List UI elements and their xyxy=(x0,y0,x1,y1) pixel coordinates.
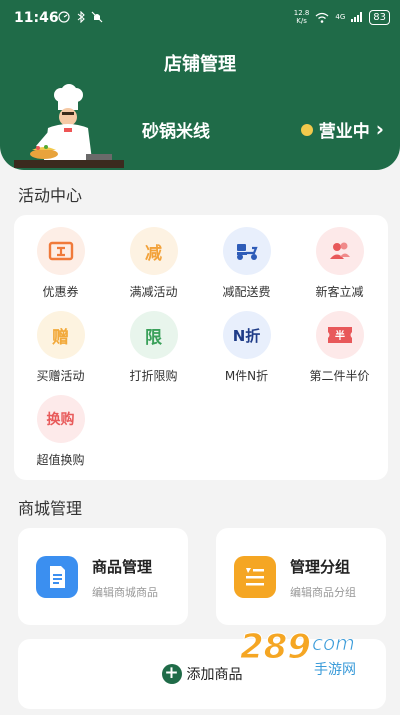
activity-exchange[interactable]: 换购 超值换购 xyxy=(14,395,107,468)
page-title: 店铺管理 xyxy=(164,54,236,75)
svg-text:半: 半 xyxy=(335,329,345,342)
delivery-scooter-icon xyxy=(222,227,271,275)
status-dot xyxy=(300,123,313,136)
speed-icon xyxy=(58,11,70,23)
product-management-title: 商品管理 xyxy=(92,558,153,576)
half-price-icon: 半 xyxy=(315,311,364,359)
gift-icon: 赠 xyxy=(36,311,85,359)
business-status-button[interactable]: 营业中 › xyxy=(300,117,384,142)
bluetooth-icon xyxy=(77,10,85,24)
group-management-subtitle: 编辑商品分组 xyxy=(290,586,356,599)
store-name: 砂锅米线 xyxy=(142,122,210,142)
group-management-card[interactable]: 管理分组 编辑商品分组 xyxy=(216,528,386,625)
battery-indicator: 83 xyxy=(369,9,390,25)
mute-icon xyxy=(91,11,103,23)
plus-icon: + xyxy=(161,664,182,684)
activity-half-price[interactable]: 半 第二件半价 xyxy=(293,311,386,384)
exchange-icon: 换购 xyxy=(36,395,85,443)
activity-delivery-fee[interactable]: 减配送费 xyxy=(200,227,293,300)
net-speed: 12.8 K/s xyxy=(293,9,310,25)
product-management-subtitle: 编辑商城商品 xyxy=(92,586,158,599)
wifi-icon xyxy=(315,12,329,23)
status-time: 11:46 xyxy=(14,10,59,26)
add-product-label: 添加商品 xyxy=(186,667,243,683)
status-bar: 11:46 12.8 K/s 4G 83 xyxy=(0,0,400,34)
activity-gift[interactable]: 赠 买赠活动 xyxy=(14,311,107,384)
header: 11:46 12.8 K/s 4G 83 店铺管理 砂锅米线 营业中 › xyxy=(0,0,400,170)
activity-mn-discount[interactable]: N折 M件N折 xyxy=(200,311,293,384)
chef-illustration xyxy=(14,84,124,168)
group-management-title: 管理分组 xyxy=(290,558,351,576)
status-left-icons xyxy=(58,10,103,26)
new-customer-icon xyxy=(315,227,364,275)
activity-full-reduction[interactable]: 减 满减活动 xyxy=(107,227,200,300)
activity-coupon[interactable]: 优惠券 xyxy=(14,227,107,300)
activity-limit[interactable]: 限 打折限购 xyxy=(107,311,200,384)
coupon-icon xyxy=(36,227,85,275)
document-icon xyxy=(36,556,78,598)
status-label: 营业中 xyxy=(318,122,370,142)
limit-icon: 限 xyxy=(129,311,178,359)
add-product-button[interactable]: + 添加商品 xyxy=(18,639,386,709)
group-list-icon xyxy=(234,556,276,598)
network-type: 4G xyxy=(335,13,346,21)
activity-new-customer[interactable]: 新客立减 xyxy=(293,227,386,300)
signal-icon xyxy=(351,12,363,22)
activity-section-title: 活动中心 xyxy=(18,186,83,205)
product-management-card[interactable]: 商品管理 编辑商城商品 xyxy=(18,528,188,625)
mn-discount-icon: N折 xyxy=(222,311,271,359)
status-right: 12.8 K/s 4G 83 xyxy=(294,9,390,25)
mall-section-title: 商城管理 xyxy=(18,499,83,518)
activity-grid: 优惠券 减 满减活动 减配送费 新客立减 赠 买赠活动 限 打折限购 N折 M件… xyxy=(14,215,388,480)
discount-icon: 减 xyxy=(129,227,178,275)
chevron-right-icon: › xyxy=(375,117,384,141)
